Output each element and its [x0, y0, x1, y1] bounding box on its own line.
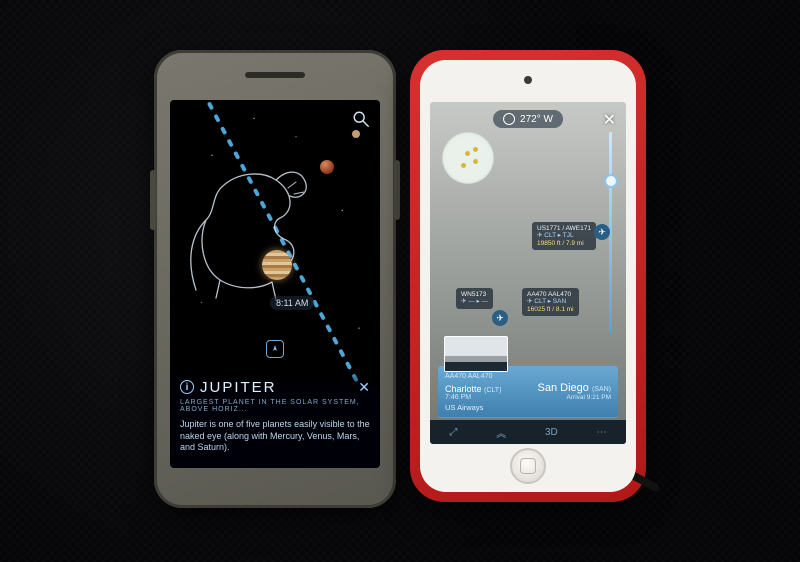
close-icon[interactable]: ✕: [603, 110, 616, 130]
origin-city: Charlotte: [445, 384, 482, 394]
heading-value: 272° W: [520, 114, 553, 125]
constellation-leo-illustration: [176, 140, 326, 310]
chevron-up-icon[interactable]: ︽: [496, 425, 506, 440]
airplane-icon[interactable]: ✈: [492, 310, 508, 326]
flight-tag[interactable]: US1771 / AWE171 ✈ CLT ▸ TJL 19850 ft / 7…: [532, 222, 596, 250]
phone-right-red-iphone: 272° W ✕ US1771 / AWE171 ✈ CLT ▸ TJL 198…: [410, 50, 646, 502]
dest-code: (SAN): [592, 386, 611, 393]
flight-tag[interactable]: WN5173 ✈ — ▸ —: [456, 288, 493, 309]
time-label: 8:11 AM: [270, 296, 314, 310]
3d-toggle-button[interactable]: 3D: [545, 427, 558, 438]
screen-star-chart[interactable]: 8:11 AM i JUPITER ✕ LARGEST PLANET IN TH…: [170, 100, 380, 468]
radar-blip: [465, 151, 470, 156]
compass-icon[interactable]: [266, 340, 284, 358]
dest-city: San Diego: [538, 382, 589, 394]
more-icon[interactable]: ⋯: [597, 427, 607, 438]
radar-minimap[interactable]: [442, 132, 494, 184]
earpiece: [245, 72, 305, 78]
flight-callsign: AA470 AAL470: [527, 291, 574, 298]
phone-pair: 8:11 AM i JUPITER ✕ LARGEST PLANET IN TH…: [154, 50, 646, 508]
flight-callsign: US1771 / AWE171: [537, 225, 591, 232]
flight-number: AA470 AAL470: [445, 373, 493, 380]
selected-flight-card[interactable]: AA470 AAL470 Charlotte (CLT) 7:46 PM: [438, 366, 618, 418]
info-icon[interactable]: i: [180, 380, 194, 394]
radar-blip: [473, 147, 478, 152]
planet-jupiter[interactable]: [262, 250, 292, 280]
bottom-toolbar: ⤢ ︽ 3D ⋯: [430, 420, 626, 444]
home-button[interactable]: [510, 448, 546, 484]
departure-time: 7:46 PM: [445, 394, 501, 401]
flight-distance: 19850 ft / 7.9 mi: [537, 240, 591, 247]
flight-route: ✈ CLT ▸ TJL: [537, 232, 591, 239]
radar-blip: [473, 159, 478, 164]
info-body: Jupiter is one of five planets easily vi…: [180, 419, 370, 454]
compass-heading[interactable]: 272° W: [493, 110, 563, 128]
close-icon[interactable]: ✕: [358, 379, 370, 396]
info-subtitle: LARGEST PLANET IN THE SOLAR SYSTEM, ABOV…: [180, 399, 370, 413]
screen-flight-ar[interactable]: 272° W ✕ US1771 / AWE171 ✈ CLT ▸ TJL 198…: [430, 102, 626, 444]
altitude-slider-handle[interactable]: [604, 174, 618, 188]
airline-name: US Airways: [445, 403, 611, 412]
arrival-label: Arrival: [567, 394, 585, 401]
arrival-time: 9:21 PM: [587, 394, 611, 401]
info-title[interactable]: JUPITER: [200, 379, 277, 396]
planet-venus[interactable]: [352, 130, 360, 138]
airplane-icon[interactable]: ✈: [594, 224, 610, 240]
flight-route: ✈ — ▸ —: [461, 298, 488, 305]
origin-code: (CLT): [484, 387, 501, 394]
front-camera: [524, 76, 532, 84]
phone-left-rugged-android: 8:11 AM i JUPITER ✕ LARGEST PLANET IN TH…: [154, 50, 396, 508]
phone-right-faceplate: 272° W ✕ US1771 / AWE171 ✈ CLT ▸ TJL 198…: [420, 60, 636, 492]
planet-mars[interactable]: [320, 160, 334, 174]
flight-callsign: WN5173: [461, 291, 488, 298]
flight-distance: 16025 ft / 8.1 mi: [527, 306, 574, 313]
flight-route: ✈ CLT ▸ SAN: [527, 298, 574, 305]
radar-blip: [461, 163, 466, 168]
expand-icon[interactable]: ⤢: [449, 427, 457, 438]
search-icon[interactable]: [352, 110, 370, 128]
compass-icon: [503, 113, 515, 125]
flight-tag[interactable]: AA470 AAL470 ✈ CLT ▸ SAN 16025 ft / 8.1 …: [522, 288, 579, 316]
object-info-card: i JUPITER ✕ LARGEST PLANET IN THE SOLAR …: [170, 369, 380, 468]
aircraft-thumbnail: [444, 336, 508, 372]
